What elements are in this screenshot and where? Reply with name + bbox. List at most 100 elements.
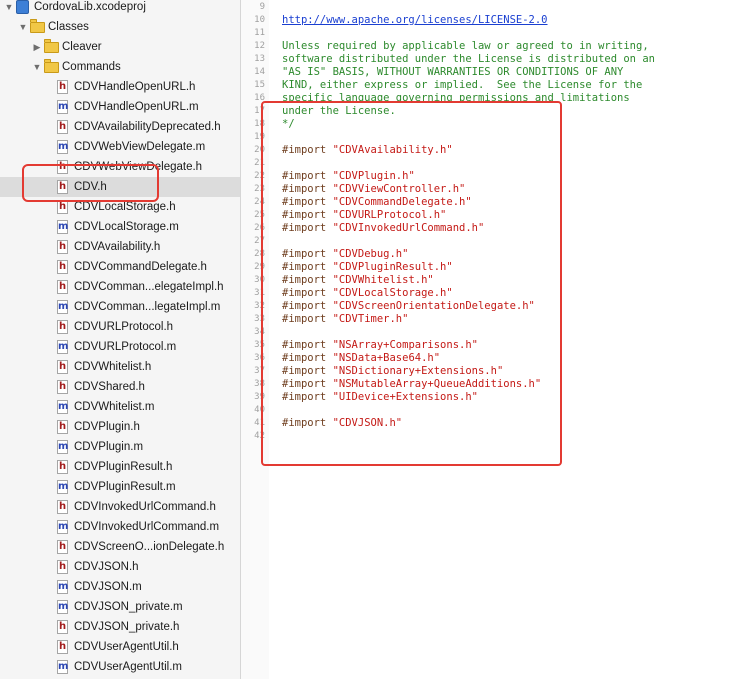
line-number: 11 — [254, 28, 265, 38]
header-file-icon: h — [57, 500, 68, 514]
navigator-item-label: CDVLocalStorage.m — [74, 221, 179, 233]
header-file-icon: h — [57, 200, 68, 214]
highlight-callout-imports — [261, 101, 562, 466]
navigator-item-label: CDVPluginResult.h — [74, 461, 173, 473]
navigator-item[interactable]: h CDVInvokedUrlCommand.h — [0, 497, 240, 517]
folder-icon — [44, 59, 59, 73]
navigator-item[interactable]: h CDVJSON.h — [0, 557, 240, 577]
navigator-item[interactable]: m CDVHandleOpenURL.m — [0, 97, 240, 117]
disclosure-expanded-icon[interactable]: ▼ — [18, 17, 28, 37]
navigator-item-label: CDVURLProtocol.h — [74, 321, 174, 333]
header-file-icon: h — [57, 280, 68, 294]
implementation-file-icon: m — [57, 220, 69, 234]
folder-icon — [30, 19, 45, 33]
navigator-item[interactable]: h CDVWhitelist.h — [0, 357, 240, 377]
header-file-icon: h — [57, 380, 68, 394]
header-file-icon: h — [57, 260, 68, 274]
navigator-item-label: CDVAvailabilityDeprecated.h — [74, 121, 221, 133]
line-number: 12 — [254, 41, 265, 51]
line-number: 14 — [254, 67, 265, 77]
header-file-icon: h — [57, 540, 68, 554]
navigator-item-label: CDVPlugin.m — [74, 441, 144, 453]
navigator-item[interactable]: ▼ Commands — [0, 57, 240, 77]
navigator-item[interactable]: m CDVInvokedUrlCommand.m — [0, 517, 240, 537]
implementation-file-icon: m — [57, 300, 69, 314]
navigator-item-label: CDVWebViewDelegate.m — [74, 141, 206, 153]
header-file-icon: h — [57, 240, 68, 254]
navigator-item[interactable]: ▼ Classes — [0, 17, 240, 37]
navigator-item[interactable]: h CDVJSON_private.h — [0, 617, 240, 637]
project-navigator: ▼ CordovaLib.xcodeproj ▼ Classes ▶ Cleaver ▼ Co… — [0, 0, 241, 679]
navigator-item[interactable]: m CDVWebViewDelegate.m — [0, 137, 240, 157]
implementation-file-icon: m — [57, 480, 69, 494]
navigator-item[interactable]: m CDVPlugin.m — [0, 437, 240, 457]
disclosure-expanded-icon[interactable]: ▼ — [4, 0, 14, 17]
comment-line: KIND, either express or implied. See the… — [282, 79, 643, 91]
navigator-item[interactable]: h CDVScreenO...ionDelegate.h — [0, 537, 240, 557]
implementation-file-icon: m — [57, 140, 69, 154]
navigator-item-label: CDVPlugin.h — [74, 421, 140, 433]
navigator-item[interactable]: ▼ CordovaLib.xcodeproj — [0, 0, 240, 17]
implementation-file-icon: m — [57, 600, 69, 614]
header-file-icon: h — [57, 620, 68, 634]
navigator-item[interactable]: h CDVURLProtocol.h — [0, 317, 240, 337]
navigator-item[interactable]: m CDVURLProtocol.m — [0, 337, 240, 357]
navigator-item[interactable]: m CDVUserAgentUtil.m — [0, 657, 240, 677]
disclosure-collapsed-icon[interactable]: ▶ — [32, 37, 42, 57]
navigator-item[interactable]: h CDVCommandDelegate.h — [0, 257, 240, 277]
navigator-item-label: CDVUserAgentUtil.h — [74, 641, 179, 653]
navigator-item[interactable]: h CDVPluginResult.h — [0, 457, 240, 477]
navigator-item-label: CDVJSON.h — [74, 561, 139, 573]
navigator-item[interactable]: m CDVComman...legateImpl.m — [0, 297, 240, 317]
navigator-item[interactable]: h CDVShared.h — [0, 377, 240, 397]
implementation-file-icon: m — [57, 100, 69, 114]
header-file-icon: h — [57, 80, 68, 94]
implementation-file-icon: m — [57, 440, 69, 454]
navigator-item[interactable]: ▶ Cleaver — [0, 37, 240, 57]
highlight-callout-cdv-h — [22, 164, 159, 202]
disclosure-expanded-icon[interactable]: ▼ — [32, 57, 42, 77]
navigator-item-label: CordovaLib.xcodeproj — [34, 1, 146, 13]
navigator-item-label: Commands — [62, 61, 121, 73]
navigator-item-label: CDVUserAgentUtil.m — [74, 661, 182, 673]
line-number: 9 — [259, 2, 265, 12]
navigator-item-label: CDVScreenO...ionDelegate.h — [74, 541, 225, 553]
navigator-item[interactable]: m CDVLocalStorage.m — [0, 217, 240, 237]
license-link[interactable]: http://www.apache.org/licenses/LICENSE-2… — [282, 14, 548, 27]
header-file-icon: h — [57, 460, 68, 474]
navigator-item[interactable]: h CDVHandleOpenURL.h — [0, 77, 240, 97]
navigator-item-label: CDVWhitelist.m — [74, 401, 155, 413]
implementation-file-icon: m — [57, 580, 69, 594]
navigator-item-label: CDVInvokedUrlCommand.m — [74, 521, 220, 533]
navigator-item-label: CDVCommandDelegate.h — [74, 261, 207, 273]
navigator-item[interactable]: m CDVWhitelist.m — [0, 397, 240, 417]
folder-icon — [44, 39, 59, 53]
navigator-item-label: CDVURLProtocol.m — [74, 341, 177, 353]
header-file-icon: h — [57, 640, 68, 654]
line-number: 10 — [254, 15, 265, 25]
navigator-item[interactable]: m CDVJSON_private.m — [0, 597, 240, 617]
navigator-item[interactable]: h CDVUserAgentUtil.h — [0, 637, 240, 657]
header-file-icon: h — [57, 120, 68, 134]
navigator-item[interactable]: h CDVComman...elegateImpl.h — [0, 277, 240, 297]
comment-line: Unless required by applicable law or agr… — [282, 40, 649, 52]
implementation-file-icon: m — [57, 660, 69, 674]
navigator-item[interactable]: h CDVAvailability.h — [0, 237, 240, 257]
navigator-item-label: Cleaver — [62, 41, 102, 53]
header-file-icon: h — [57, 560, 68, 574]
navigator-item[interactable]: h CDVAvailabilityDeprecated.h — [0, 117, 240, 137]
comment-line: software distributed under the License i… — [282, 53, 655, 65]
line-number: 15 — [254, 80, 265, 90]
navigator-item-label: CDVAvailability.h — [74, 241, 161, 253]
navigator-item-label: CDVJSON_private.h — [74, 621, 180, 633]
navigator-item[interactable]: m CDVPluginResult.m — [0, 477, 240, 497]
navigator-item[interactable]: h CDVPlugin.h — [0, 417, 240, 437]
navigator-item-label: CDVJSON_private.m — [74, 601, 183, 613]
navigator-item-label: CDVComman...elegateImpl.h — [74, 281, 224, 293]
navigator-item-label: CDVWhitelist.h — [74, 361, 152, 373]
implementation-file-icon: m — [57, 400, 69, 414]
header-file-icon: h — [57, 360, 68, 374]
navigator-item-label: CDVHandleOpenURL.m — [74, 101, 199, 113]
navigator-item[interactable]: m CDVJSON.m — [0, 577, 240, 597]
header-file-icon: h — [57, 320, 68, 334]
